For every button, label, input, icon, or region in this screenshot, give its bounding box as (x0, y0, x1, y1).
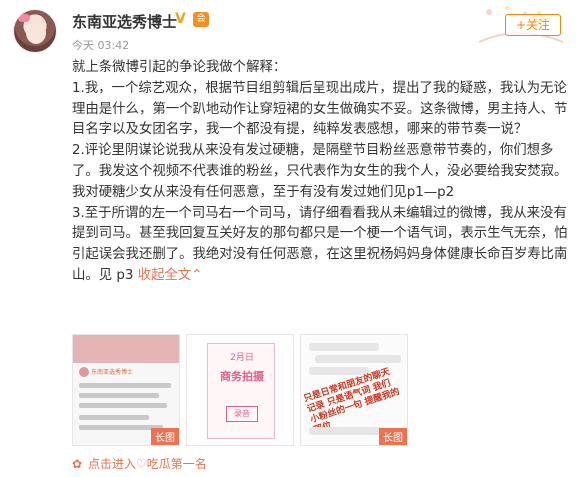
chat-bubble (309, 427, 383, 435)
avatar-bow (18, 14, 30, 22)
collapse-text-link[interactable]: 收起全文⌃ (138, 268, 203, 283)
topic-link[interactable]: ✿ 点击进入♡吃瓜第一名 (72, 455, 207, 472)
image-thumbnail[interactable]: 只是日常和朋友的聊天记录 只是语气词 我们小粉丝的一句 提醒我的那位 长图 (300, 334, 408, 446)
text-line (79, 383, 171, 388)
card-seal: 录音 (226, 406, 258, 422)
post-paragraph: 1.我，一个综艺观众，根据节目组剪辑后呈现出成片，提出了我的疑惑，我认为无论理由… (72, 80, 568, 138)
username[interactable]: 东南亚选秀博士 (72, 11, 177, 32)
image-grid: 东南亚选秀博士 长图 2月日 商务拍摄 录音 只是日常和朋友的聊天记录 只是语气… (72, 334, 502, 446)
avatar-face (26, 22, 46, 44)
post-paragraph: 2.评论里阴谋论说我从来没有发过硬糖，是隔壁节目粉丝恶意带节奏的，你们想多了。我… (72, 143, 568, 200)
text-line (79, 403, 167, 408)
long-image-tag: 长图 (379, 428, 407, 445)
screenshot-header (73, 335, 179, 363)
chat-bubble (309, 367, 369, 375)
post-paragraph: 3.至于所谓的左一个司马右一个司马，请仔细看看我从未编辑过的微博，我从来没有提到… (72, 204, 572, 287)
card-title: 商务拍摄 (220, 370, 264, 383)
thumb-avatar (79, 367, 89, 377)
avatar[interactable] (13, 9, 57, 53)
thumb-username: 东南亚选秀博士 (91, 369, 134, 376)
topic-link-text: 点击进入♡吃瓜第一名 (88, 457, 207, 471)
post-text: 就上条微博引起的争论我做个解释： 1.我，一个综艺观众，根据节目组剪辑后呈现出成… (72, 58, 572, 287)
post-paragraph: 就上条微博引起的争论我做个解释： (72, 60, 287, 75)
post-time[interactable]: 今天 03:42 (72, 37, 129, 53)
text-line (79, 415, 149, 420)
chevron-up-icon: ⌃ (191, 267, 203, 283)
card-date: 2月日 (230, 353, 254, 363)
member-badge-icon: 会 (193, 12, 209, 27)
schedule-card: 2月日 商务拍摄 录音 (207, 343, 275, 439)
image-thumbnail[interactable]: 2月日 商务拍摄 录音 (186, 334, 294, 446)
post-header: 东南亚选秀博士 V 会 今天 03:42 +关注 (0, 0, 579, 56)
chat-bubble (315, 355, 401, 363)
follow-button[interactable]: +关注 (505, 14, 561, 36)
verified-badge-icon: V (175, 11, 186, 27)
flower-icon: ✿ (72, 457, 83, 471)
collapse-text-label: 收起全文 (137, 267, 192, 283)
chat-bubble (309, 343, 379, 351)
text-line (79, 393, 159, 398)
long-image-tag: 长图 (151, 428, 179, 445)
image-thumbnail[interactable]: 东南亚选秀博士 长图 (72, 334, 180, 446)
